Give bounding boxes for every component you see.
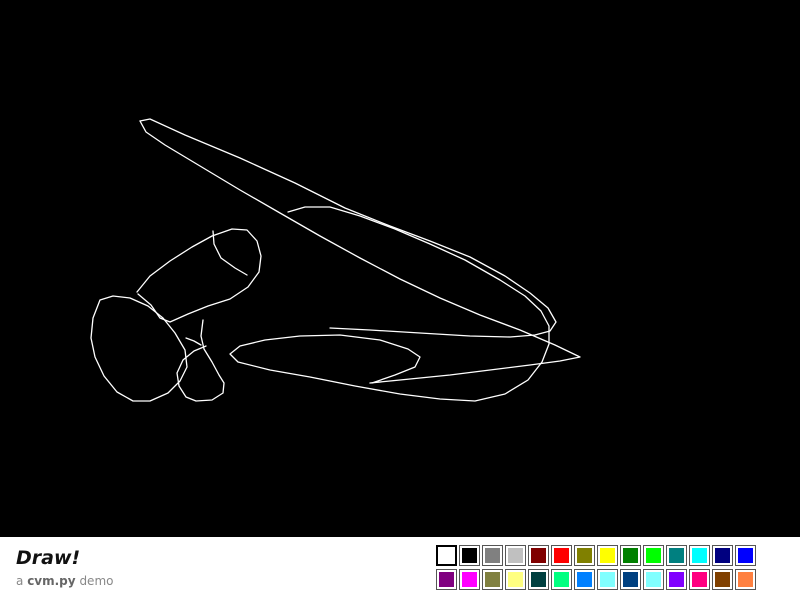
color-swatch[interactable] [666, 545, 687, 566]
app-title: Draw! [16, 547, 81, 569]
color-swatch[interactable] [482, 545, 503, 566]
color-swatch[interactable] [459, 545, 480, 566]
swatch-fill [600, 548, 615, 563]
drawn-stroke [212, 230, 248, 276]
color-swatch[interactable] [528, 569, 549, 590]
color-swatch[interactable] [482, 569, 503, 590]
swatch-fill [692, 548, 707, 563]
swatch-fill [646, 548, 661, 563]
swatch-fill [715, 572, 730, 587]
subtitle-prefix: a [16, 574, 24, 588]
swatch-fill [554, 572, 569, 587]
swatch-fill [508, 548, 523, 563]
swatch-fill [531, 572, 546, 587]
color-swatch[interactable] [505, 545, 526, 566]
color-swatch[interactable] [597, 545, 618, 566]
swatch-fill [439, 572, 454, 587]
drawn-stroke [139, 120, 581, 384]
swatch-fill [439, 548, 454, 563]
subtitle-module: cvm.py [27, 574, 76, 588]
color-swatch[interactable] [459, 569, 480, 590]
swatch-fill [738, 572, 753, 587]
drawn-stroke [136, 228, 262, 323]
color-swatch[interactable] [735, 569, 756, 590]
swatch-fill [554, 548, 569, 563]
swatch-fill [485, 572, 500, 587]
drawn-stroke [185, 337, 202, 346]
color-swatch[interactable] [666, 569, 687, 590]
color-swatch[interactable] [551, 569, 572, 590]
swatch-fill [646, 572, 661, 587]
drawn-stroke [176, 319, 225, 402]
swatch-fill [715, 548, 730, 563]
swatch-fill [669, 548, 684, 563]
color-swatch[interactable] [620, 545, 641, 566]
color-swatch[interactable] [505, 569, 526, 590]
color-palette [436, 545, 756, 590]
swatch-fill [485, 548, 500, 563]
swatch-fill [577, 548, 592, 563]
color-swatch[interactable] [597, 569, 618, 590]
color-swatch[interactable] [689, 545, 710, 566]
swatch-fill [531, 548, 546, 563]
drawing-canvas[interactable] [0, 0, 800, 537]
color-swatch[interactable] [574, 569, 595, 590]
color-swatch[interactable] [643, 545, 664, 566]
swatch-fill [669, 572, 684, 587]
swatch-fill [577, 572, 592, 587]
subtitle-suffix: demo [79, 574, 114, 588]
color-swatch[interactable] [712, 545, 733, 566]
drawn-stroke [90, 295, 188, 402]
swatch-fill [738, 548, 753, 563]
color-swatch[interactable] [528, 545, 549, 566]
color-swatch[interactable] [735, 545, 756, 566]
app-subtitle: a cvm.py demo [16, 574, 113, 588]
swatch-fill [692, 572, 707, 587]
color-swatch[interactable] [436, 569, 457, 590]
color-swatch[interactable] [643, 569, 664, 590]
drawn-stroke [229, 206, 550, 402]
color-swatch[interactable] [551, 545, 572, 566]
swatch-fill [462, 572, 477, 587]
swatch-fill [600, 572, 615, 587]
swatch-fill [623, 572, 638, 587]
swatch-fill [508, 572, 523, 587]
color-swatch[interactable] [620, 569, 641, 590]
color-swatch[interactable] [712, 569, 733, 590]
drawing-surface[interactable] [0, 0, 800, 537]
color-swatch[interactable] [436, 545, 457, 566]
swatch-fill [623, 548, 638, 563]
color-swatch[interactable] [574, 545, 595, 566]
drawn-stroke [139, 118, 557, 338]
toolbar-footer: Draw! a cvm.py demo [0, 537, 800, 600]
swatch-fill [462, 548, 477, 563]
color-swatch[interactable] [689, 569, 710, 590]
